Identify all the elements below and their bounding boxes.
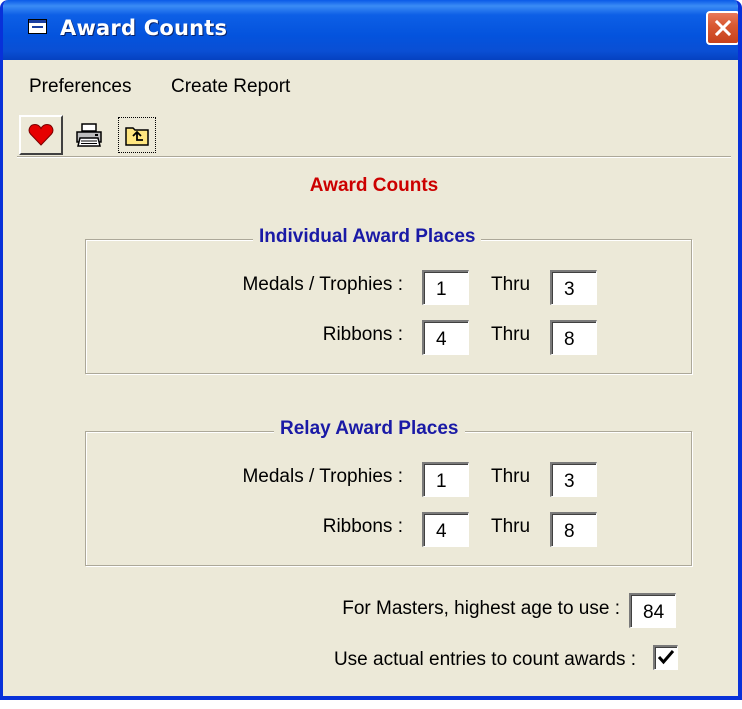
individual-ribbons-from-field[interactable]: 4: [422, 320, 469, 355]
individual-award-places-group: Individual Award Places Medals / Trophie…: [85, 226, 692, 374]
toolbar: [3, 110, 738, 156]
print-button[interactable]: [69, 116, 109, 154]
award-counts-window: Award Counts Preferences Create Report A…: [0, 0, 742, 700]
menu-preferences[interactable]: Preferences: [29, 76, 131, 98]
window-title: Award Counts: [60, 16, 228, 40]
individual-ribbons-label: Ribbons :: [322, 324, 403, 345]
individual-ribbons-to-field[interactable]: 8: [550, 320, 597, 355]
relay-ribbons-thru-label: Thru: [491, 516, 531, 537]
close-icon: [714, 19, 732, 37]
actual-entries-checkbox[interactable]: [653, 645, 678, 670]
relay-medals-to-field[interactable]: 3: [550, 462, 597, 497]
form-heading: Award Counts: [309, 175, 439, 196]
relay-award-places-group: Relay Award Places Medals / Trophies : 1…: [85, 418, 692, 566]
up-folder-icon: [125, 127, 149, 146]
actual-entries-label: Use actual entries to count awards :: [333, 649, 636, 670]
relay-ribbons-from-field[interactable]: 4: [422, 512, 469, 547]
relay-medals-from-field[interactable]: 1: [422, 462, 469, 497]
relay-ribbons-label: Ribbons :: [322, 516, 403, 537]
up-folder-button[interactable]: [117, 116, 157, 154]
printer-icon: [76, 123, 102, 147]
relay-medals-label: Medals / Trophies :: [242, 466, 403, 487]
toolbar-divider: [17, 156, 731, 158]
individual-medals-thru-label: Thru: [491, 274, 531, 295]
close-button[interactable]: [706, 11, 738, 45]
menu-bar: Preferences Create Report: [3, 60, 738, 110]
menu-create-report[interactable]: Create Report: [171, 76, 290, 98]
individual-group-title: Individual Award Places: [253, 226, 482, 248]
relay-group-title: Relay Award Places: [274, 418, 465, 440]
individual-medals-from-field[interactable]: 1: [422, 270, 469, 305]
heart-icon: [28, 123, 54, 146]
title-bar[interactable]: Award Counts: [3, 0, 738, 60]
favorites-button[interactable]: [19, 115, 63, 155]
individual-medals-label: Medals / Trophies :: [242, 274, 403, 295]
window-icon: [28, 19, 47, 34]
masters-age-field[interactable]: 84: [629, 593, 676, 628]
relay-medals-thru-label: Thru: [491, 466, 531, 487]
individual-medals-to-field[interactable]: 3: [550, 270, 597, 305]
masters-age-label: For Masters, highest age to use :: [342, 598, 620, 619]
checkmark-icon: [657, 650, 675, 665]
individual-ribbons-thru-label: Thru: [491, 324, 531, 345]
relay-ribbons-to-field[interactable]: 8: [550, 512, 597, 547]
